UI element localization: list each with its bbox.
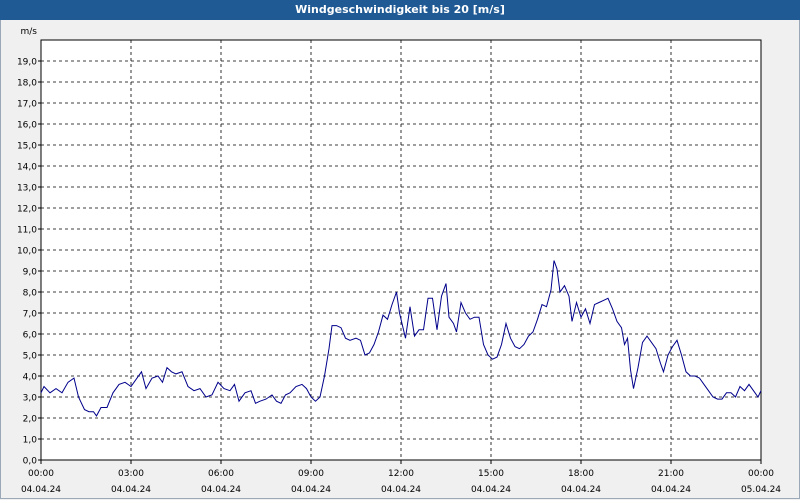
x-tick-label-date: 04.04.24 (471, 485, 511, 495)
y-tick-label: 4,0 (23, 373, 38, 383)
x-tick-label-time: 18:00 (568, 469, 594, 479)
y-tick-label: 0,0 (23, 457, 38, 467)
x-tick-label-time: 09:00 (298, 469, 324, 479)
x-tick-label-date: 04.04.24 (651, 485, 691, 495)
x-tick-label-time: 03:00 (118, 469, 144, 479)
y-tick-label: 19,0 (17, 58, 37, 68)
x-tick-label-time: 00:00 (748, 469, 774, 479)
x-tick-label-date: 04.04.24 (381, 485, 421, 495)
x-tick-label-time: 06:00 (208, 469, 234, 479)
y-tick-label: 8,0 (23, 289, 38, 299)
x-tick-label-time: 00:00 (28, 469, 54, 479)
chart-frame: 0,0 1,0 2,0 3,0 4,0 5,0 6,0 7,0 8,0 9,0 10,0 11,0 12… (0, 20, 800, 499)
y-tick-label: 7,0 (23, 310, 38, 320)
x-tick-label-date: 04.04.24 (291, 485, 331, 495)
x-tick-label-time: 21:00 (658, 469, 684, 479)
y-tick-label: 3,0 (23, 394, 38, 404)
y-axis-label: m/s (21, 27, 38, 37)
y-tick-label: 17,0 (17, 100, 37, 110)
y-tick-label: 11,0 (17, 226, 37, 236)
y-tick-label: 9,0 (23, 268, 38, 278)
y-tick-label: 5,0 (23, 352, 38, 362)
chart-title: Windgeschwindigkeit bis 20 [m/s] (0, 0, 800, 20)
y-tick-label: 16,0 (17, 121, 37, 131)
y-tick-label: 14,0 (17, 163, 37, 173)
x-tick-label-date: 04.04.24 (111, 485, 151, 495)
y-tick-label: 1,0 (23, 436, 38, 446)
x-tick-label-date: 04.04.24 (561, 485, 601, 495)
y-tick-label: 6,0 (23, 331, 38, 341)
y-tick-label: 2,0 (23, 415, 38, 425)
y-tick-label: 13,0 (17, 184, 37, 194)
x-tick-label-time: 12:00 (388, 469, 414, 479)
x-tick-label-date: 04.04.24 (201, 485, 241, 495)
y-tick-label: 10,0 (17, 247, 37, 257)
y-tick-label: 12,0 (17, 205, 37, 215)
x-tick-label-time: 15:00 (478, 469, 504, 479)
y-tick-label: 15,0 (17, 142, 37, 152)
x-tick-label-date: 05.04.24 (741, 485, 781, 495)
line-chart: 0,0 1,0 2,0 3,0 4,0 5,0 6,0 7,0 8,0 9,0 10,0 11,0 12… (17, 27, 781, 495)
x-tick-label-date: 04.04.24 (21, 485, 61, 495)
y-tick-label: 18,0 (17, 79, 37, 89)
